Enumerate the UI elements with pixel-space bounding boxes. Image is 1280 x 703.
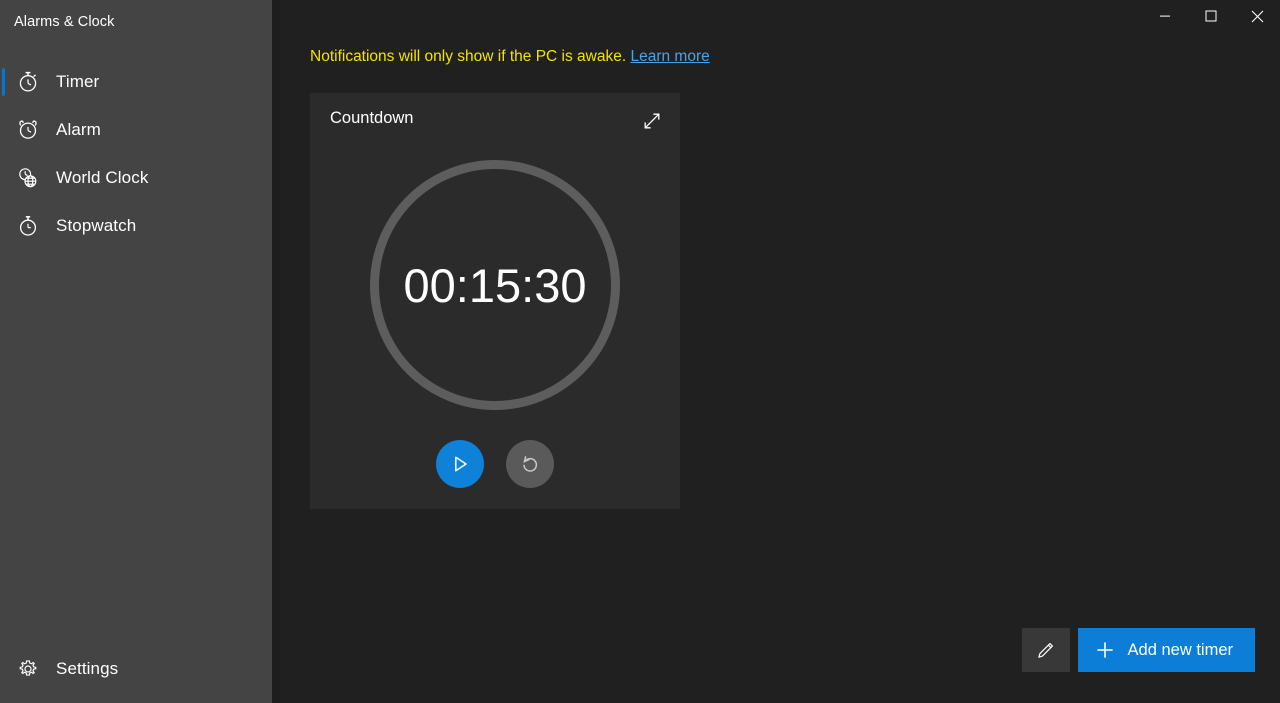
minimize-button[interactable]: [1142, 0, 1188, 32]
sidebar-item-label: Stopwatch: [56, 216, 137, 235]
alarm-icon: [12, 118, 44, 142]
sidebar-nav: Timer Alarm World Clock Stopwatch: [0, 58, 272, 250]
sidebar-item-label: Settings: [56, 659, 119, 678]
close-icon: [1251, 10, 1264, 23]
alarms-and-clock-window: Alarms & Clock Timer Alarm World Clock S…: [0, 0, 1280, 703]
maximize-button[interactable]: [1188, 0, 1234, 32]
learn-more-link[interactable]: Learn more: [630, 48, 709, 65]
countdown-ring: 00:15:30: [370, 160, 620, 410]
pencil-icon: [1035, 639, 1057, 661]
sidebar: Alarms & Clock Timer Alarm World Clock S…: [0, 0, 280, 703]
edit-button[interactable]: [1021, 628, 1070, 672]
expand-icon: [642, 111, 662, 131]
sidebar-item-timer[interactable]: Timer: [0, 58, 272, 106]
selection-indicator: [2, 164, 5, 192]
countdown-time: 00:15:30: [403, 258, 587, 312]
sidebar-item-label: World Clock: [56, 168, 149, 187]
play-button[interactable]: [436, 440, 484, 488]
expand-button[interactable]: [636, 105, 668, 137]
close-button[interactable]: [1234, 0, 1280, 32]
timer-controls: [310, 429, 680, 499]
sidebar-item-label: Alarm: [56, 120, 101, 139]
world-clock-icon: [12, 166, 44, 190]
timer-card-header: Countdown: [310, 93, 680, 149]
timer-icon: [12, 70, 44, 94]
minimize-icon: [1159, 10, 1171, 22]
banner-message: Notifications will only show if the PC i…: [310, 48, 627, 65]
play-icon: [449, 453, 471, 475]
bottom-actions: Add new timer: [1021, 628, 1255, 672]
timer-card-title: Countdown: [330, 109, 414, 127]
app-title: Alarms & Clock: [14, 14, 115, 30]
add-new-timer-label: Add new timer: [1127, 640, 1233, 659]
window-controls: [1142, 0, 1280, 32]
reset-icon: [518, 452, 542, 476]
sidebar-item-label: Timer: [56, 72, 100, 91]
reset-button[interactable]: [506, 440, 554, 488]
maximize-icon: [1205, 10, 1217, 22]
gear-icon: [12, 658, 44, 680]
plus-icon: [1094, 639, 1116, 661]
sidebar-item-alarm[interactable]: Alarm: [0, 106, 272, 154]
sidebar-item-stopwatch[interactable]: Stopwatch: [0, 202, 272, 250]
timer-card[interactable]: Countdown 00:15:30: [310, 93, 680, 509]
sidebar-divider: [272, 0, 280, 703]
add-new-timer-button[interactable]: Add new timer: [1077, 628, 1255, 672]
countdown-ring-wrap: 00:15:30: [310, 145, 680, 425]
sidebar-item-world-clock[interactable]: World Clock: [0, 154, 272, 202]
stopwatch-icon: [12, 214, 44, 238]
content-area: Notifications will only show if the PC i…: [280, 0, 1280, 703]
sidebar-item-settings[interactable]: Settings: [0, 645, 272, 693]
selection-indicator: [2, 116, 5, 144]
notification-banner: Notifications will only show if the PC i…: [310, 48, 710, 66]
selection-indicator: [2, 212, 5, 240]
selection-indicator: [2, 68, 5, 96]
